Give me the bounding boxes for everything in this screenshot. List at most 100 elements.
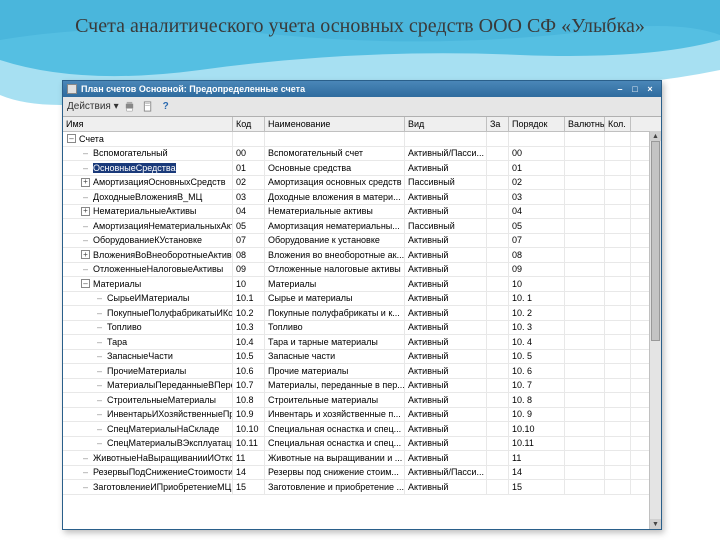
cell [487, 277, 509, 291]
table-row[interactable]: –СпецМатериалыНаСкладе10.10Специальная о… [63, 422, 661, 437]
table-row[interactable]: +НематериальныеАктивы04Нематериальные ак… [63, 205, 661, 220]
cell: Активный [405, 393, 487, 407]
cell [487, 408, 509, 422]
table-row[interactable]: –ПокупныеПолуфабрикатыИКомпл...10.2Покуп… [63, 306, 661, 321]
col-desc[interactable]: Наименование [265, 117, 405, 131]
cell: 10.7 [233, 379, 265, 393]
doc-icon[interactable] [141, 100, 155, 114]
expand-icon[interactable]: + [81, 207, 90, 216]
table-row[interactable]: –Топливо10.3ТопливоАктивный10. 3 [63, 321, 661, 336]
cell [565, 393, 605, 407]
table-row[interactable]: +ВложенияВоВнеоборотныеАктивы08Вложения … [63, 248, 661, 263]
cell: 09 [509, 263, 565, 277]
leaf-icon: – [81, 482, 90, 492]
cell [605, 161, 631, 175]
table-row[interactable]: –ДоходныеВложенияВ_МЦ03Доходные вложения… [63, 190, 661, 205]
cell: Резервы под снижение стоим... [265, 466, 405, 480]
cell [605, 437, 631, 451]
table-row[interactable]: –СтроительныеМатериалы10.8Строительные м… [63, 393, 661, 408]
row-name: МатериалыПереданныеВПерераб... [107, 380, 233, 390]
help-icon[interactable]: ? [159, 100, 173, 114]
col-name[interactable]: Имя [63, 117, 233, 131]
window-minimize-button[interactable]: – [613, 83, 627, 95]
cell [565, 422, 605, 436]
table-row[interactable]: –ЗапасныеЧасти10.5Запасные частиАктивный… [63, 350, 661, 365]
cell: 10.8 [233, 393, 265, 407]
leaf-icon: – [81, 192, 90, 202]
cell: 07 [233, 234, 265, 248]
cell [487, 335, 509, 349]
window-close-button[interactable]: × [643, 83, 657, 95]
cell [565, 161, 605, 175]
table-row[interactable]: –РезервыПодСнижениеСтоимостиМЦ14Резервы … [63, 466, 661, 481]
col-order[interactable]: Порядок [509, 117, 565, 131]
col-za[interactable]: За [487, 117, 509, 131]
cell [487, 306, 509, 320]
cell: 10. 9 [509, 408, 565, 422]
table-row[interactable]: +АмортизацияОсновныхСредств02Амортизация… [63, 176, 661, 191]
leaf-icon: – [81, 467, 90, 477]
cell: Тара и тарные материалы [265, 335, 405, 349]
expand-icon[interactable]: + [81, 178, 90, 187]
cell [565, 248, 605, 262]
table-row[interactable]: –ОсновныеСредства01Основные средстваАкти… [63, 161, 661, 176]
table-row[interactable]: –ОтложенныеНалоговыеАктивы09Отложенные н… [63, 263, 661, 278]
cell [487, 437, 509, 451]
scroll-thumb[interactable] [651, 141, 660, 341]
table-row[interactable]: –ИнвентарьИХозяйственныеПрина...10.9Инве… [63, 408, 661, 423]
row-name: АмортизацияНематериальныхАктивов [93, 221, 233, 231]
cell: Запасные части [265, 350, 405, 364]
scroll-down-icon[interactable]: ▼ [650, 519, 661, 529]
cell: 10.5 [233, 350, 265, 364]
print-icon[interactable] [123, 100, 137, 114]
table-row[interactable]: –ЖивотныеНаВыращиванииИОткорме11Животные… [63, 451, 661, 466]
table-row[interactable]: –МатериалыПереданныеВПерераб...10.7Матер… [63, 379, 661, 394]
cell: Активный [405, 292, 487, 306]
cell: Активный [405, 335, 487, 349]
cell [565, 364, 605, 378]
cell: 10.2 [233, 306, 265, 320]
table-row[interactable]: –ПрочиеМатериалы10.6Прочие материалыАкти… [63, 364, 661, 379]
row-name: ПокупныеПолуфабрикатыИКомпл... [107, 308, 233, 318]
expand-icon[interactable]: + [81, 250, 90, 259]
col-code[interactable]: Код [233, 117, 265, 131]
grid-header: Имя Код Наименование Вид За Порядок Валю… [63, 117, 661, 132]
table-row[interactable]: –СырьеИМатериалы10.1Сырье и материалыАкт… [63, 292, 661, 307]
cell: 14 [233, 466, 265, 480]
cell: Вспомогательный счет [265, 147, 405, 161]
vertical-scrollbar[interactable]: ▲ ▼ [649, 131, 661, 529]
table-row[interactable]: –АмортизацияНематериальныхАктивов05Аморт… [63, 219, 661, 234]
table-row[interactable]: –ЗаготовлениеИПриобретениеМЦ15Заготовлен… [63, 480, 661, 495]
window-maximize-button[interactable]: □ [628, 83, 642, 95]
cell: Заготовление и приобретение ... [265, 480, 405, 494]
cell: 10.11 [509, 437, 565, 451]
cell: Животные на выращивании и ... [265, 451, 405, 465]
table-row[interactable]: –Материалы10МатериалыАктивный10 [63, 277, 661, 292]
leaf-icon: – [81, 453, 90, 463]
col-qty[interactable]: Кол. [605, 117, 631, 131]
scroll-up-icon[interactable]: ▲ [650, 131, 661, 141]
col-kind[interactable]: Вид [405, 117, 487, 131]
collapse-icon[interactable]: – [81, 279, 90, 288]
table-row[interactable]: –ОборудованиеКУстановке07Оборудование к … [63, 234, 661, 249]
row-name: НематериальныеАктивы [93, 206, 196, 216]
cell [565, 466, 605, 480]
table-row[interactable]: –СпецМатериалыВЭксплуатации10.11Специаль… [63, 437, 661, 452]
row-name: ПрочиеМатериалы [107, 366, 186, 376]
cell [509, 132, 565, 146]
table-row[interactable]: –Вспомогательный00Вспомогательный счетАк… [63, 147, 661, 162]
actions-menu[interactable]: Действия ▾ [67, 101, 119, 112]
table-row[interactable]: –Тара10.4Тара и тарные материалыАктивный… [63, 335, 661, 350]
collapse-icon[interactable]: – [67, 134, 76, 143]
cell: Инвентарь и хозяйственные п... [265, 408, 405, 422]
cell: Активный [405, 306, 487, 320]
table-row[interactable]: –Счета [63, 132, 661, 147]
cell: 10.11 [233, 437, 265, 451]
cell [605, 263, 631, 277]
cell [605, 248, 631, 262]
col-valut[interactable]: Валютный [565, 117, 605, 131]
cell: 10.1 [233, 292, 265, 306]
cell: Вложения во внеоборотные ак... [265, 248, 405, 262]
cell [565, 147, 605, 161]
row-name: Тара [107, 337, 127, 347]
